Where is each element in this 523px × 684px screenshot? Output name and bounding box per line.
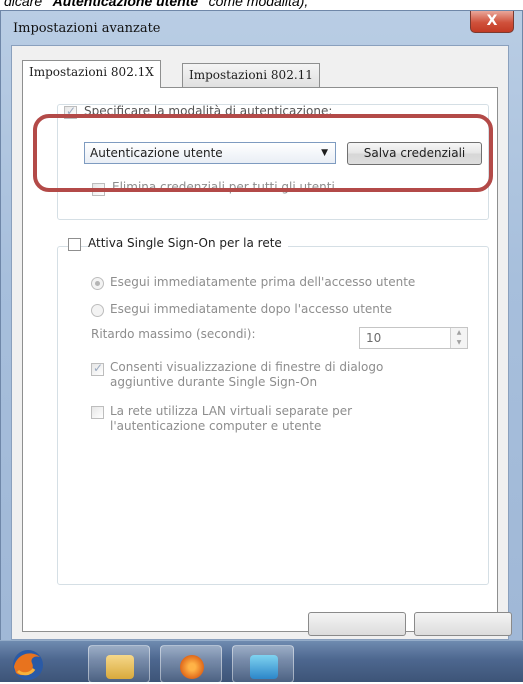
- allow-dialogs-label-line1: Consenti visualizzazione di finestre di …: [110, 360, 384, 374]
- control-panel-taskbar-button[interactable]: [232, 645, 294, 683]
- max-delay-label: Ritardo massimo (secondi):: [91, 327, 256, 341]
- enable-sso-checkbox[interactable]: [68, 238, 81, 251]
- window-title: Impostazioni avanzate: [13, 21, 161, 36]
- ok-button[interactable]: [308, 612, 406, 636]
- sso-after-logon-radio[interactable]: [91, 304, 104, 317]
- separate-vlan-label-line1: La rete utilizza LAN virtuali separate p…: [110, 404, 353, 418]
- highlight-annotation: [33, 114, 493, 192]
- folder-taskbar-button[interactable]: [88, 645, 150, 683]
- separate-vlan-label-line2: l'autenticazione computer e utente: [110, 419, 322, 433]
- sso-after-logon-label: Esegui immediatamente dopo l'accesso ute…: [110, 302, 392, 316]
- caption-bold: "Autenticazione utente": [46, 0, 205, 9]
- tab-802-1x[interactable]: Impostazioni 802.1X: [22, 60, 161, 88]
- separate-vlan-checkbox[interactable]: [91, 406, 104, 419]
- cancel-button[interactable]: [414, 612, 512, 636]
- chevron-up-icon[interactable]: ▲: [451, 328, 467, 338]
- folder-icon: [106, 655, 134, 679]
- sso-before-logon-label: Esegui immediatamente prima dell'accesso…: [110, 275, 416, 289]
- enable-sso-label: Attiva Single Sign-On per la rete: [88, 236, 288, 250]
- media-player-taskbar-button[interactable]: [160, 645, 222, 683]
- close-button[interactable]: X: [470, 11, 514, 33]
- caption-prefix: dicare: [4, 0, 47, 9]
- spinner-buttons[interactable]: ▲ ▼: [450, 328, 467, 348]
- allow-dialogs-checkbox[interactable]: [91, 361, 104, 376]
- max-delay-spinner[interactable]: 10 ▲ ▼: [359, 327, 468, 349]
- control-panel-icon: [250, 655, 278, 679]
- sso-before-logon-radio[interactable]: [91, 277, 104, 290]
- firefox-icon[interactable]: [8, 647, 48, 681]
- media-player-icon: [180, 655, 204, 679]
- caption-suffix: come modalità),: [204, 0, 309, 9]
- max-delay-value: 10: [366, 331, 382, 345]
- taskbar: [0, 640, 523, 683]
- tab-802-11[interactable]: Impostazioni 802.11: [182, 63, 320, 87]
- allow-dialogs-label-line2: aggiuntive durante Single Sign-On: [110, 375, 318, 389]
- chevron-down-icon[interactable]: ▼: [451, 338, 467, 348]
- title-bar[interactable]: Impostazioni avanzate X: [1, 11, 522, 45]
